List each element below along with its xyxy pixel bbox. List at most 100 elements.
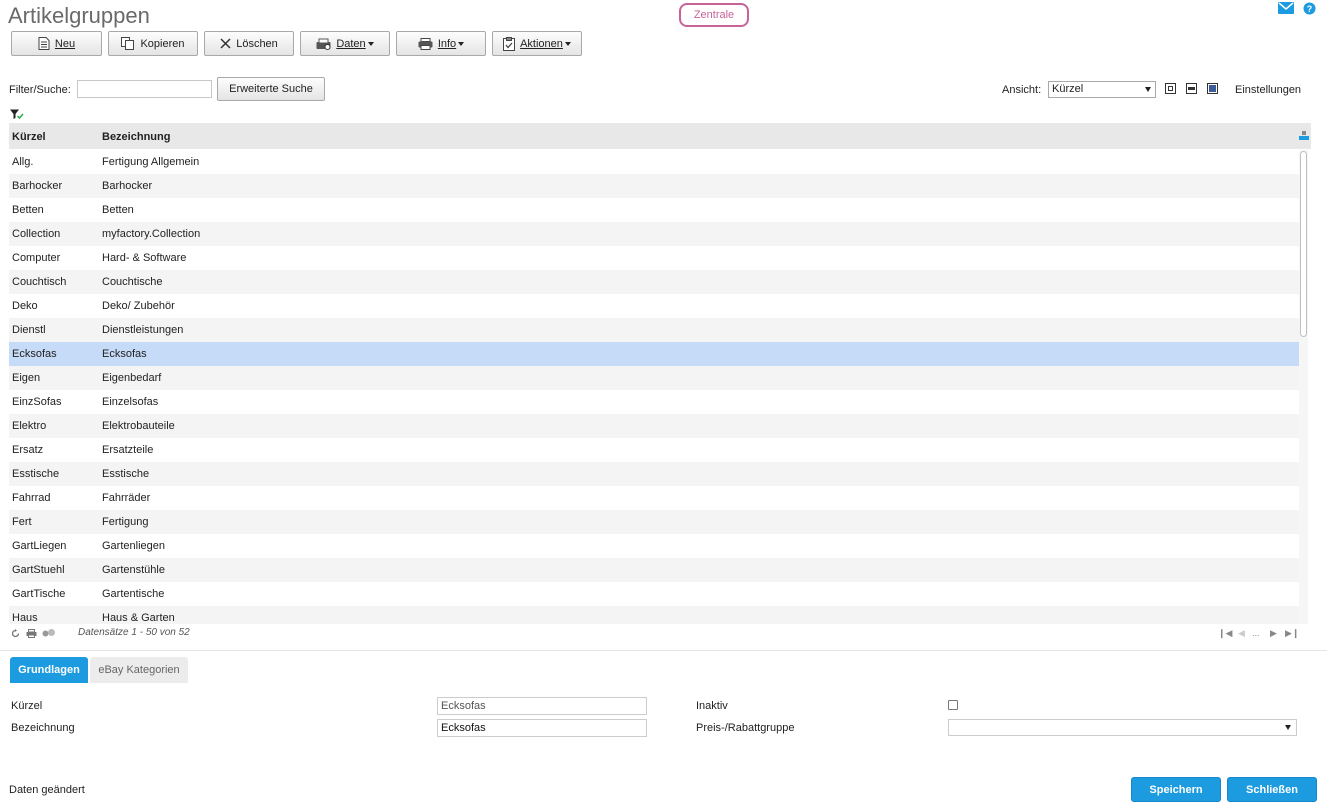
cell-bezeichnung: Ecksofas — [102, 348, 147, 360]
group-icon[interactable] — [42, 629, 56, 637]
tab-grundlagen[interactable]: Grundlagen — [10, 657, 88, 683]
save-button[interactable]: Speichern — [1131, 777, 1221, 802]
cell-kuerzel: Elektro — [12, 420, 47, 432]
info-menu-label: Info — [437, 37, 457, 50]
new-button[interactable]: Neu — [11, 31, 102, 56]
change-status: Daten geändert — [9, 784, 85, 796]
chevron-down-icon — [1145, 87, 1151, 92]
table-row[interactable]: Collection myfactory.Collection — [9, 222, 1299, 246]
table-row[interactable]: Fert Fertigung — [9, 510, 1299, 534]
extended-search-button[interactable]: Erweiterte Suche — [217, 77, 325, 101]
table-row[interactable]: Betten Betten — [9, 198, 1299, 222]
info-menu-button[interactable]: Info — [396, 31, 486, 56]
divider — [0, 650, 1327, 651]
chevron-down-icon — [1285, 725, 1291, 730]
help-icon[interactable]: ? — [1303, 2, 1316, 15]
preis-rabattgruppe-label: Preis-/Rabattgruppe — [696, 722, 795, 734]
tab-ebay-kategorien[interactable]: eBay Kategorien — [90, 657, 188, 683]
table-row[interactable]: Elektro Elektrobauteile — [9, 414, 1299, 438]
view-layout-large-button[interactable] — [1207, 83, 1218, 94]
cell-bezeichnung: Eigenbedarf — [102, 372, 162, 384]
cell-bezeichnung: Gartentische — [102, 588, 165, 600]
cell-bezeichnung: Betten — [102, 204, 134, 216]
inaktiv-checkbox[interactable] — [948, 700, 958, 710]
preis-rabattgruppe-select[interactable] — [948, 719, 1297, 736]
cell-kuerzel: Esstische — [12, 468, 60, 480]
printer-icon — [418, 37, 433, 50]
table-row[interactable]: Ersatz Ersatzteile — [9, 438, 1299, 462]
copy-button[interactable]: Kopieren — [108, 31, 198, 56]
data-menu-label: Daten — [336, 37, 366, 50]
actions-menu-button[interactable]: Aktionen — [492, 31, 582, 56]
pager-first-button[interactable]: ❙◀ — [1218, 628, 1232, 639]
view-layout-medium-button[interactable] — [1186, 83, 1197, 94]
pager-next-button[interactable]: ▶ — [1270, 628, 1277, 639]
table-row[interactable]: Ecksofas Ecksofas — [9, 342, 1299, 366]
copy-label: Kopieren — [140, 37, 185, 50]
filter-search-input[interactable] — [77, 80, 212, 98]
view-select[interactable]: Kürzel — [1048, 81, 1156, 98]
view-layout-small-button[interactable] — [1165, 83, 1176, 94]
table-row[interactable]: Dienstl Dienstleistungen — [9, 318, 1299, 342]
new-document-icon — [38, 37, 50, 50]
inaktiv-label: Inaktiv — [696, 700, 728, 712]
chevron-down-icon — [564, 41, 571, 46]
cell-kuerzel: Ersatz — [12, 444, 44, 456]
pager-last-button[interactable]: ▶❙ — [1285, 628, 1299, 639]
cell-kuerzel: Dienstl — [12, 324, 46, 336]
clipboard-icon — [503, 36, 516, 51]
delete-button[interactable]: Löschen — [204, 31, 294, 56]
table-row[interactable]: Esstische Esstische — [9, 462, 1299, 486]
settings-link[interactable]: Einstellungen — [1235, 84, 1301, 96]
actions-menu-label: Aktionen — [520, 37, 563, 50]
column-header-kuerzel[interactable]: Kürzel — [12, 131, 46, 143]
cell-bezeichnung: Ersatzteile — [102, 444, 154, 456]
cell-kuerzel: Collection — [12, 228, 61, 240]
cell-kuerzel: GartTische — [12, 588, 66, 600]
grid-scrollbar-thumb[interactable] — [1300, 151, 1307, 337]
cell-kuerzel: Eigen — [12, 372, 41, 384]
print-icon[interactable] — [26, 629, 37, 638]
cell-kuerzel: Haus — [12, 612, 38, 624]
cell-kuerzel: Betten — [12, 204, 44, 216]
new-label: Neu — [54, 37, 76, 50]
cell-bezeichnung: Barhocker — [102, 180, 153, 192]
table-row[interactable]: Haus Haus & Garten — [9, 606, 1299, 624]
pager-prev-button[interactable]: ◀ — [1238, 628, 1245, 639]
data-menu-button[interactable]: Daten — [300, 31, 390, 56]
cell-kuerzel: Allg. — [12, 156, 34, 168]
table-row[interactable]: Fahrrad Fahrräder — [9, 486, 1299, 510]
column-chooser-icon[interactable] — [1299, 131, 1309, 140]
close-button[interactable]: Schließen — [1227, 777, 1317, 802]
table-row[interactable]: Allg. Fertigung Allgemein — [9, 150, 1299, 174]
cell-bezeichnung: Hard- & Software — [102, 252, 187, 264]
bezeichnung-field[interactable] — [437, 719, 647, 737]
table-row[interactable]: EinzSofas Einzelsofas — [9, 390, 1299, 414]
table-row[interactable]: Deko Deko/ Zubehör — [9, 294, 1299, 318]
table-row[interactable]: GartStuehl Gartenstühle — [9, 558, 1299, 582]
cell-bezeichnung: Gartenstühle — [102, 564, 165, 576]
kuerzel-field[interactable] — [437, 697, 647, 715]
table-row[interactable]: GartTische Gartentische — [9, 582, 1299, 606]
table-row[interactable]: Barhocker Barhocker — [9, 174, 1299, 198]
mail-icon[interactable] — [1278, 2, 1294, 14]
cell-bezeichnung: Einzelsofas — [102, 396, 159, 408]
filter-label: Filter/Suche: — [9, 84, 71, 96]
table-row[interactable]: Eigen Eigenbedarf — [9, 366, 1299, 390]
column-header-bezeichnung[interactable]: Bezeichnung — [102, 131, 170, 143]
chevron-down-icon — [458, 41, 465, 46]
cell-bezeichnung: Fahrräder — [102, 492, 151, 504]
refresh-icon[interactable] — [11, 629, 20, 638]
bezeichnung-label: Bezeichnung — [11, 722, 75, 734]
table-row[interactable]: Computer Hard- & Software — [9, 246, 1299, 270]
table-row[interactable]: Couchtisch Couchtische — [9, 270, 1299, 294]
svg-text:?: ? — [1307, 4, 1313, 14]
filter-icon[interactable] — [10, 109, 24, 120]
kuerzel-label: Kürzel — [11, 700, 43, 712]
cell-kuerzel: Ecksofas — [12, 348, 57, 360]
context-badge[interactable]: Zentrale — [679, 3, 749, 27]
table-row[interactable]: GartLiegen Gartenliegen — [9, 534, 1299, 558]
cell-bezeichnung: Couchtische — [102, 276, 163, 288]
cell-bezeichnung: Dienstleistungen — [102, 324, 184, 336]
cell-bezeichnung: myfactory.Collection — [102, 228, 201, 240]
